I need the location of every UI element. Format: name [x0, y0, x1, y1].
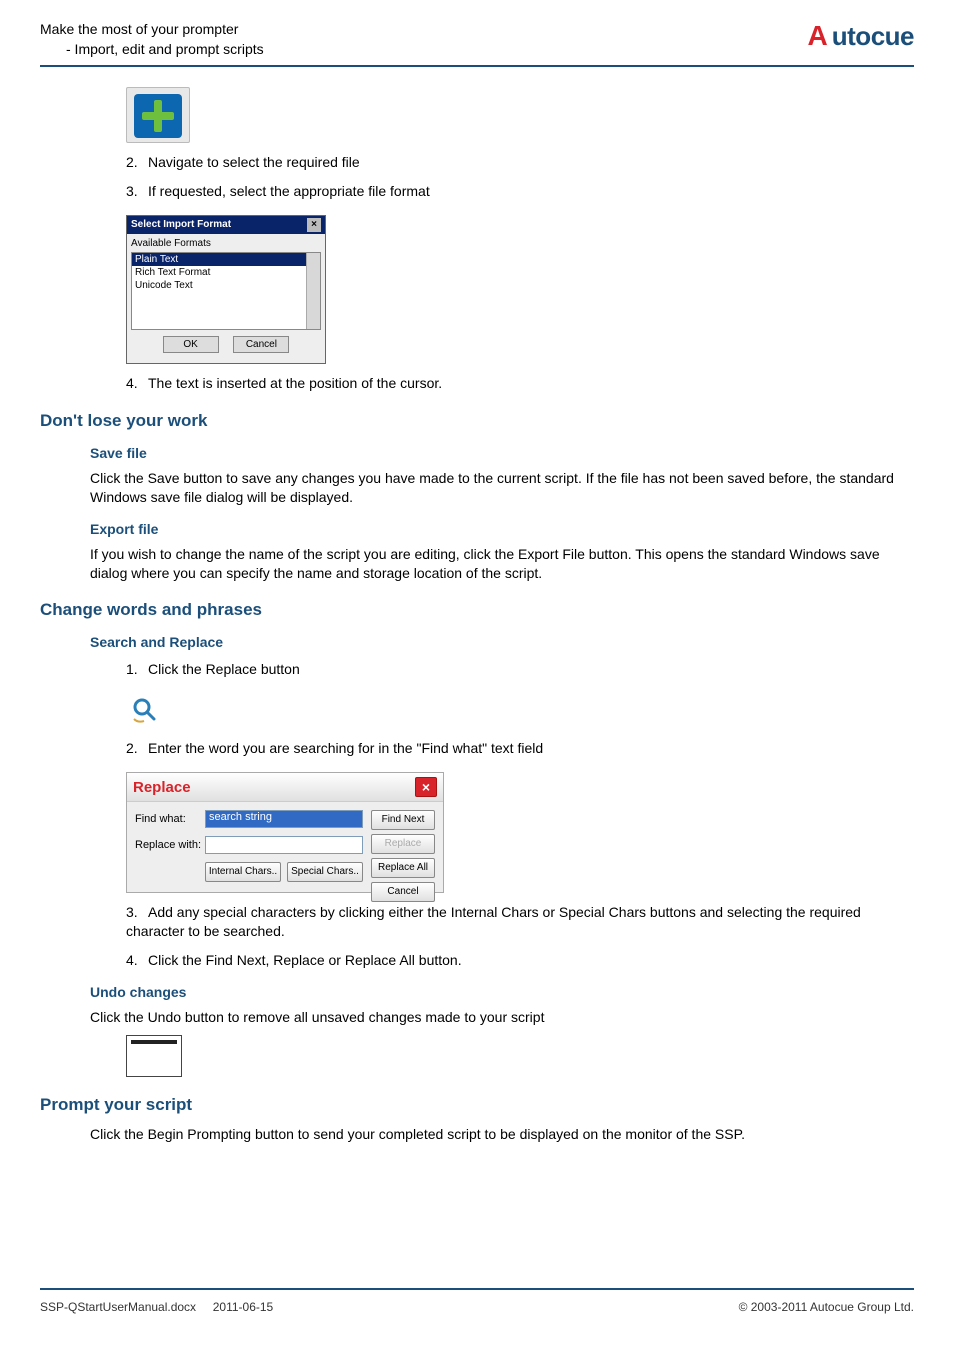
prompt-paragraph: Click the Begin Prompting button to send… [90, 1125, 914, 1144]
heading-search-replace: Search and Replace [90, 634, 914, 650]
replace-step-3: 3.Add any special characters by clicking… [126, 903, 914, 941]
replace-step-2: 2.Enter the word you are searching for i… [126, 739, 914, 758]
import-step-2: 2.Navigate to select the required file [126, 153, 914, 172]
heading-dont-lose-work: Don't lose your work [40, 411, 914, 431]
footer-date: 2011-06-15 [213, 1300, 274, 1314]
heading-export-file: Export file [90, 521, 914, 537]
format-item-plain-text[interactable]: Plain Text [132, 253, 320, 266]
footer-filename: SSP-QStartUserManual.docx [40, 1300, 196, 1314]
close-icon[interactable]: × [307, 218, 321, 232]
format-item-unicode[interactable]: Unicode Text [132, 279, 320, 292]
replace-dialog-title: Replace [133, 779, 191, 796]
replace-with-label: Replace with: [135, 839, 205, 851]
heading-change-words: Change words and phrases [40, 600, 914, 620]
find-next-button[interactable]: Find Next [371, 810, 435, 830]
close-icon[interactable]: × [415, 777, 437, 797]
footer-copyright: © 2003-2011 Autocue Group Ltd. [739, 1300, 914, 1314]
replace-step-4: 4.Click the Find Next, Replace or Replac… [126, 951, 914, 970]
cancel-button[interactable]: Cancel [233, 336, 289, 353]
replace-dialog: Replace × Find what: search string Repla… [126, 772, 444, 893]
format-item-rich-text[interactable]: Rich Text Format [132, 266, 320, 279]
export-file-paragraph: If you wish to change the name of the sc… [90, 545, 914, 583]
save-file-paragraph: Click the Save button to save any change… [90, 469, 914, 507]
find-what-input[interactable]: search string [205, 810, 363, 828]
logo-mark-icon: A [808, 20, 828, 52]
replace-with-input[interactable] [205, 836, 363, 854]
cancel-button[interactable]: Cancel [371, 882, 435, 902]
dialog-title-text: Select Import Format [131, 219, 231, 230]
internal-chars-button[interactable]: Internal Chars.. [205, 862, 281, 882]
import-step-3: 3.If requested, select the appropriate f… [126, 182, 914, 201]
undo-paragraph: Click the Undo button to remove all unsa… [90, 1008, 914, 1027]
scrollbar[interactable] [306, 253, 320, 329]
ok-button[interactable]: OK [163, 336, 219, 353]
import-step-4: 4.The text is inserted at the position o… [126, 374, 914, 393]
undo-button-icon [126, 1035, 182, 1077]
available-formats-label: Available Formats [131, 238, 321, 249]
replace-all-button[interactable]: Replace All [371, 858, 435, 878]
logo-text: utocue [832, 21, 914, 52]
import-plus-icon [126, 87, 190, 143]
format-listbox[interactable]: Plain Text Rich Text Format Unicode Text [131, 252, 321, 330]
replace-button-icon [126, 693, 162, 729]
brand-logo: Autocue [808, 20, 914, 52]
find-what-label: Find what: [135, 813, 205, 825]
replace-button[interactable]: Replace [371, 834, 435, 854]
heading-save-file: Save file [90, 445, 914, 461]
heading-undo-changes: Undo changes [90, 984, 914, 1000]
header-line-2: - Import, edit and prompt scripts [40, 40, 264, 60]
header-line-1: Make the most of your prompter [40, 20, 264, 40]
special-chars-button[interactable]: Special Chars.. [287, 862, 363, 882]
heading-prompt-script: Prompt your script [40, 1095, 914, 1115]
select-import-format-dialog: Select Import Format × Available Formats… [126, 215, 326, 364]
replace-step-1: 1.Click the Replace button [126, 660, 914, 679]
